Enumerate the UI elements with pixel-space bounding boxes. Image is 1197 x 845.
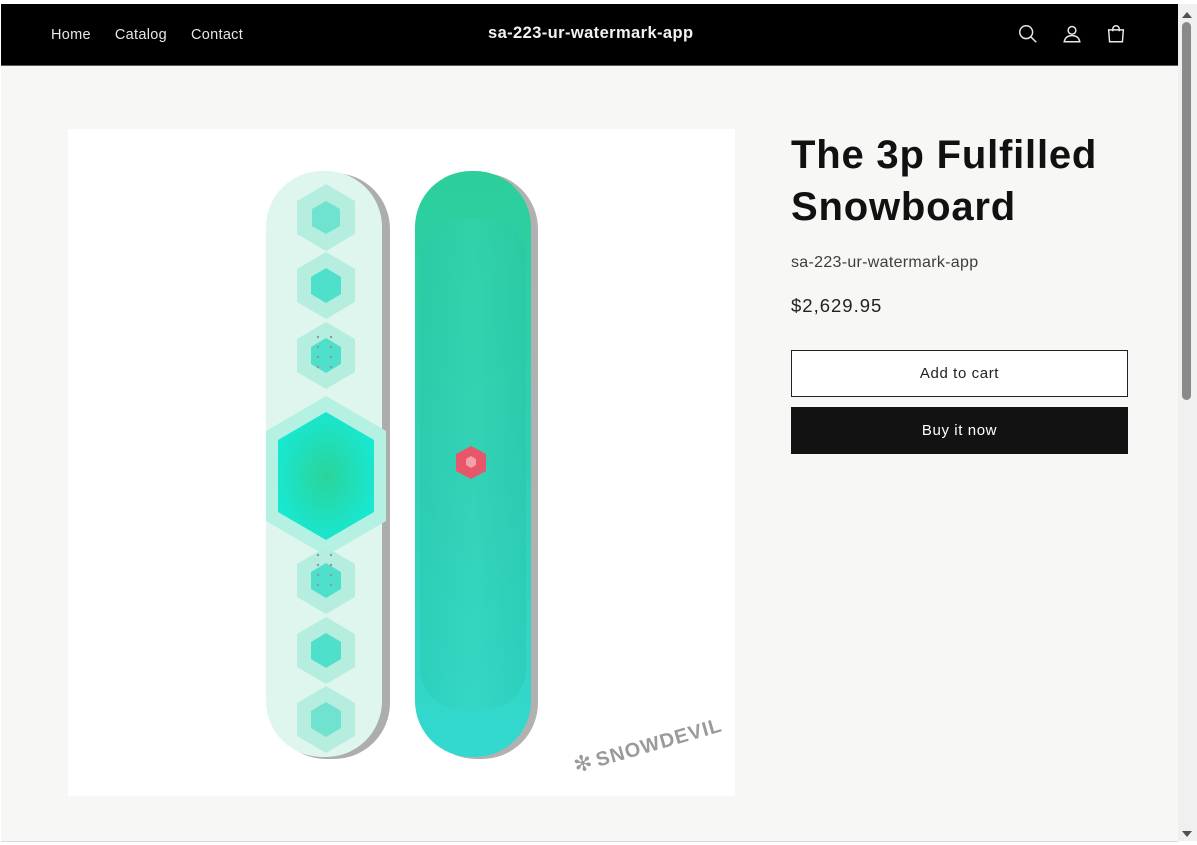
product-price: $2,629.95 [791, 295, 883, 316]
account-icon [1063, 25, 1081, 43]
snowdevil-watermark: ✻ SNOWDEVIL [571, 715, 725, 779]
product-image[interactable]: ✻ SNOWDEVIL [68, 129, 735, 796]
scrollbar-thumb[interactable] [1182, 22, 1191, 400]
watermark-text: SNOWDEVIL [593, 715, 724, 772]
buy-it-now-button[interactable]: Buy it now [791, 407, 1128, 454]
nav-contact-link[interactable]: Contact [191, 27, 243, 43]
product-vendor: sa-223-ur-watermark-app [791, 254, 979, 271]
nav-home-link[interactable]: Home [51, 27, 91, 43]
search-icon [1019, 25, 1037, 43]
site-header: Home Catalog Contact sa-223-ur-watermark… [1, 4, 1178, 66]
add-to-cart-button[interactable]: Add to cart [791, 350, 1128, 397]
store-name[interactable]: sa-223-ur-watermark-app [488, 24, 693, 43]
cart-button[interactable] [1102, 20, 1130, 48]
page-scrollbar[interactable] [1178, 4, 1197, 841]
header-icons [1014, 20, 1130, 48]
product-info: The 3p Fulfilled Snowboard sa-223-ur-wat… [791, 129, 1129, 454]
nav-catalog-link[interactable]: Catalog [115, 27, 167, 43]
cart-icon [1107, 25, 1125, 43]
scroll-up-arrow-icon[interactable] [1182, 12, 1192, 18]
browser-viewport: Home Catalog Contact sa-223-ur-watermark… [1, 4, 1178, 842]
main-nav: Home Catalog Contact [51, 4, 243, 65]
svg-text:✻: ✻ [571, 750, 596, 779]
search-button[interactable] [1014, 20, 1042, 48]
snowboard-image: ✻ SNOWDEVIL [266, 171, 725, 779]
account-button[interactable] [1058, 20, 1086, 48]
scroll-down-arrow-icon[interactable] [1182, 831, 1192, 837]
product-title: The 3p Fulfilled Snowboard [791, 133, 1098, 229]
